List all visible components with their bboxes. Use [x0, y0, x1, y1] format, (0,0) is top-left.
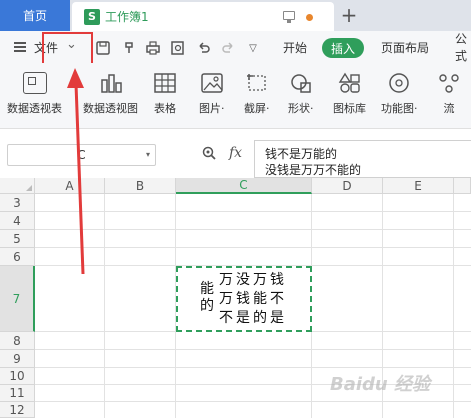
- formula-line-1: 钱不是万能的: [265, 147, 338, 161]
- flowchart-icon: [437, 72, 461, 94]
- row-header-9[interactable]: 9: [0, 350, 35, 368]
- fx-icon[interactable]: fx: [229, 145, 242, 161]
- tab-formulas[interactable]: 公式: [455, 31, 471, 63]
- row-header-3[interactable]: 3: [0, 194, 35, 212]
- column-header-e[interactable]: E: [383, 178, 454, 194]
- row-header-5[interactable]: 5: [0, 230, 35, 248]
- document-tab[interactable]: S 工作簿1: [72, 2, 334, 31]
- cell-c7-text: 万没万钱 万钱能不 不是的是: [219, 271, 287, 328]
- cell-c7-line-3: 不是的是: [219, 310, 287, 326]
- shape-button[interactable]: 形状·: [288, 72, 314, 116]
- cell-c7-line-2: 万钱能不: [219, 291, 287, 307]
- tab-start[interactable]: 开始: [283, 31, 307, 63]
- document-title: 工作簿1: [105, 10, 149, 24]
- new-tab-button[interactable]: +: [338, 3, 360, 27]
- tab-insert[interactable]: 插入: [322, 38, 364, 58]
- zoom-icon[interactable]: [202, 146, 216, 164]
- gridline: [453, 194, 454, 418]
- row-header-7[interactable]: 7: [0, 266, 35, 332]
- undo-icon[interactable]: [197, 41, 211, 55]
- screenshot-label: 截屏·: [244, 102, 270, 115]
- pivot-chart-icon: [99, 72, 123, 94]
- icon-library-label: 图标库: [333, 102, 366, 115]
- function-chart-icon: [387, 72, 411, 94]
- file-menu-highlight-box: [42, 32, 93, 67]
- row-header-11[interactable]: 11: [0, 385, 35, 402]
- column-header-d[interactable]: D: [312, 178, 383, 194]
- name-box-dropdown-icon[interactable]: ▾: [146, 150, 150, 159]
- row-header-10[interactable]: 10: [0, 368, 35, 385]
- redo-icon[interactable]: [221, 41, 235, 55]
- cell-c7-text-left: 能的: [200, 281, 214, 314]
- pivot-chart-button[interactable]: 数据透视图: [83, 72, 138, 116]
- gridline: [35, 229, 471, 230]
- column-header-f[interactable]: [454, 178, 471, 194]
- hamburger-menu-icon[interactable]: [14, 42, 26, 52]
- formula-line-2: 没钱是万万不能的: [265, 163, 362, 177]
- picture-button[interactable]: 图片·: [199, 72, 225, 116]
- column-header-a[interactable]: A: [35, 178, 105, 194]
- print-icon[interactable]: [146, 41, 160, 55]
- flowchart-label: 流: [443, 102, 455, 115]
- row-header-6[interactable]: 6: [0, 248, 35, 266]
- gridline: [35, 401, 471, 402]
- icon-library-button[interactable]: 图标库: [333, 72, 366, 116]
- pivot-table-icon: [22, 72, 47, 94]
- pivot-table-label: 数据透视表: [7, 102, 62, 115]
- shape-label: 形状·: [288, 102, 314, 115]
- name-box[interactable]: C: [7, 144, 156, 166]
- row-header-12[interactable]: 12: [0, 402, 35, 418]
- monitor-icon[interactable]: [283, 11, 295, 23]
- gridline: [35, 349, 471, 350]
- row-header-8[interactable]: 8: [0, 332, 35, 350]
- unsaved-dot-icon: [306, 14, 313, 21]
- pivot-chart-label: 数据透视图: [83, 102, 138, 115]
- function-chart-button[interactable]: 功能图·: [381, 72, 418, 116]
- table-label: 表格: [154, 102, 176, 115]
- screenshot-icon: [245, 72, 269, 94]
- gridline: [35, 367, 471, 368]
- gridline: [104, 194, 105, 418]
- pivot-table-button[interactable]: 数据透视表: [7, 72, 62, 116]
- picture-label: 图片·: [199, 102, 225, 115]
- print-preview-icon[interactable]: [171, 41, 185, 55]
- column-header-b[interactable]: B: [105, 178, 176, 194]
- tab-page-layout[interactable]: 页面布局: [381, 31, 429, 63]
- gridline: [35, 247, 471, 248]
- select-all-corner[interactable]: [0, 178, 35, 194]
- icon-library-icon: [338, 72, 362, 94]
- gridline: [35, 211, 471, 212]
- table-icon: [153, 72, 177, 94]
- spreadsheet-icon: S: [84, 8, 100, 25]
- more-dropdown-icon[interactable]: ▽: [246, 41, 260, 55]
- shape-icon: [289, 72, 313, 94]
- cell-c7-line-1: 万没万钱: [219, 272, 287, 288]
- formula-input[interactable]: 钱不是万能的 没钱是万万不能的: [254, 140, 471, 178]
- table-button[interactable]: 表格: [153, 72, 177, 116]
- function-chart-label: 功能图·: [381, 102, 418, 115]
- row-header-4[interactable]: 4: [0, 212, 35, 230]
- screenshot-button[interactable]: 截屏·: [244, 72, 270, 116]
- column-header-c[interactable]: C: [176, 178, 312, 194]
- format-painter-icon[interactable]: [122, 41, 136, 55]
- save-icon[interactable]: [96, 41, 110, 55]
- watermark: Baidu 经验: [330, 374, 431, 395]
- home-tab[interactable]: 首页: [0, 0, 70, 31]
- flowchart-button[interactable]: 流: [437, 72, 461, 116]
- picture-icon: [200, 72, 224, 94]
